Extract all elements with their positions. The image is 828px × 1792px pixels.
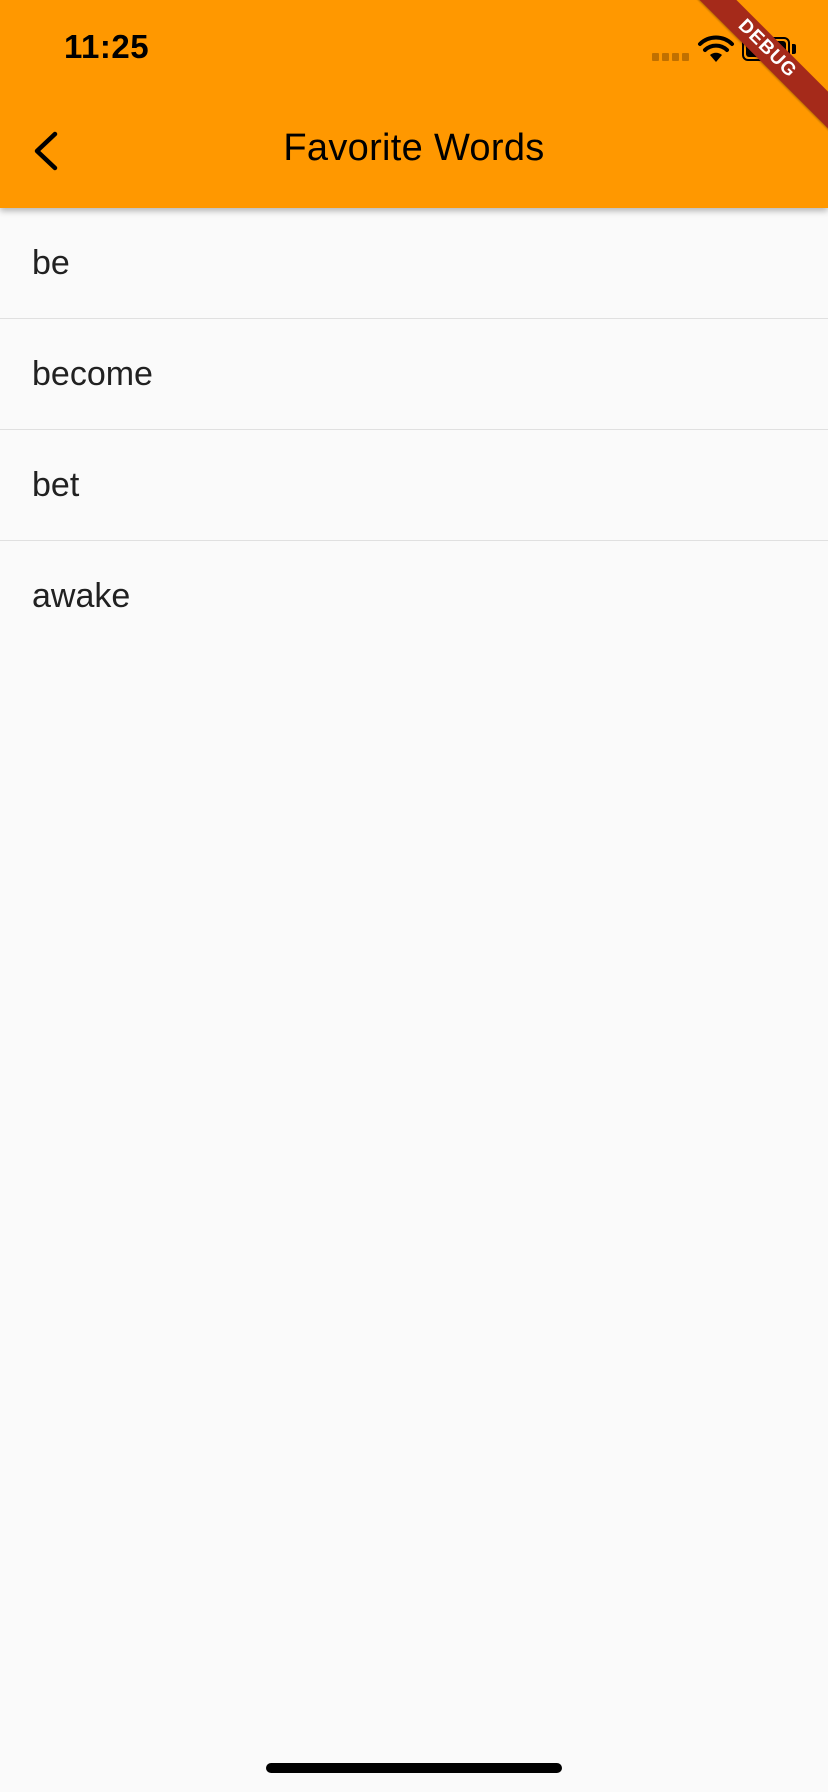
wifi-icon [697,34,735,64]
list-item-label: be [32,243,70,282]
app-bar: 11:25 Favorite Words [0,0,828,208]
list-item[interactable]: be [0,208,828,319]
list-item-label: bet [32,465,80,504]
battery-icon [742,37,790,61]
list-item-label: become [32,354,153,393]
list-item[interactable]: become [0,319,828,430]
cellular-signal-icon [652,53,692,61]
home-indicator[interactable] [266,1763,562,1773]
list-item-label: awake [32,577,131,615]
favorite-words-list: be become bet awake [0,208,828,652]
status-time: 11:25 [64,28,150,65]
page-title: Favorite Words [283,127,545,169]
battery-cap [792,44,796,54]
list-item[interactable]: bet [0,430,828,541]
list-item[interactable]: awake [0,541,828,652]
